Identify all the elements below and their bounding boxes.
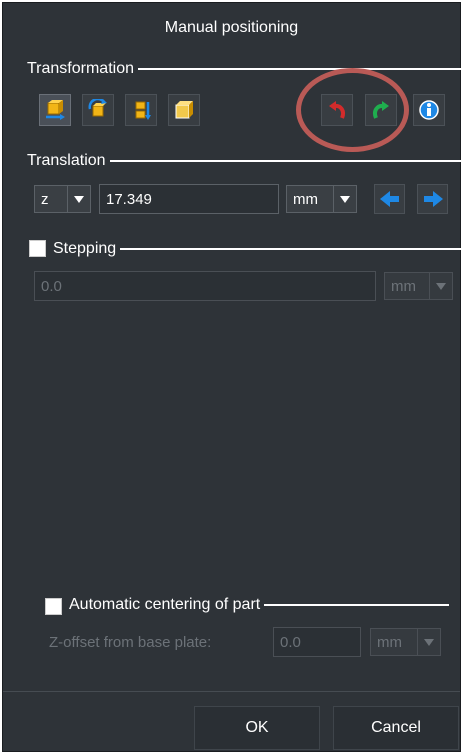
redo-button[interactable] (365, 94, 397, 126)
arrow-left-icon (379, 191, 399, 207)
align-part-icon (135, 101, 151, 120)
rotate-part-button[interactable] (82, 94, 114, 126)
chevron-down-icon (67, 186, 90, 212)
align-part-button[interactable] (125, 94, 157, 126)
axis-select[interactable]: z (34, 185, 91, 213)
zoffset-label: Z-offset from base plate: (49, 634, 212, 651)
chevron-down-icon (429, 273, 452, 299)
stepping-label: Stepping (53, 240, 117, 257)
stepping-value-input[interactable]: 0.0 (34, 271, 376, 301)
stepping-header: Stepping (53, 240, 463, 258)
auto-centering-checkbox[interactable] (45, 598, 62, 615)
transformation-divider (138, 68, 463, 70)
chevron-down-icon (417, 629, 440, 655)
cancel-button[interactable]: Cancel (333, 706, 459, 750)
translation-unit-select[interactable]: mm (286, 185, 357, 213)
auto-centering-label: Automatic centering of part (69, 596, 261, 613)
rotate-part-icon (88, 99, 107, 117)
scale-part-icon (175, 101, 193, 119)
zoffset-input[interactable]: 0.0 (273, 627, 361, 657)
translate-negative-button[interactable] (374, 184, 405, 214)
stepping-checkbox[interactable] (29, 240, 46, 257)
translation-divider (109, 160, 463, 162)
arrow-right-icon (423, 191, 443, 207)
footer-separator (3, 691, 460, 692)
auto-centering-divider (264, 604, 449, 606)
info-icon (419, 100, 439, 120)
move-part-button[interactable] (39, 94, 71, 126)
manual-positioning-dialog: Manual positioning Transformation Transl… (2, 2, 463, 752)
redo-icon (373, 101, 389, 119)
ok-button[interactable]: OK (194, 706, 320, 750)
undo-icon (329, 101, 345, 119)
undo-button[interactable] (321, 94, 353, 126)
zoffset-unit-select[interactable]: mm (370, 628, 441, 656)
move-part-icon (46, 100, 65, 120)
stepping-divider (120, 248, 463, 250)
zoffset-unit-value: mm (377, 633, 402, 651)
scale-part-button[interactable] (168, 94, 200, 126)
translation-header: Translation (27, 152, 463, 170)
transformation-label: Transformation (27, 60, 134, 77)
translation-value-input[interactable]: 17.349 (99, 184, 279, 214)
info-button[interactable] (413, 94, 445, 126)
translation-label: Translation (27, 152, 106, 169)
stepping-unit-value: mm (391, 277, 416, 295)
translation-unit-value: mm (293, 190, 318, 208)
dialog-title: Manual positioning (164, 19, 299, 36)
chevron-down-icon (333, 186, 356, 212)
transformation-header: Transformation (27, 60, 463, 78)
axis-select-value: z (41, 190, 49, 208)
auto-centering-header: Automatic centering of part (69, 596, 449, 614)
translate-positive-button[interactable] (417, 184, 448, 214)
stepping-unit-select[interactable]: mm (384, 272, 453, 300)
